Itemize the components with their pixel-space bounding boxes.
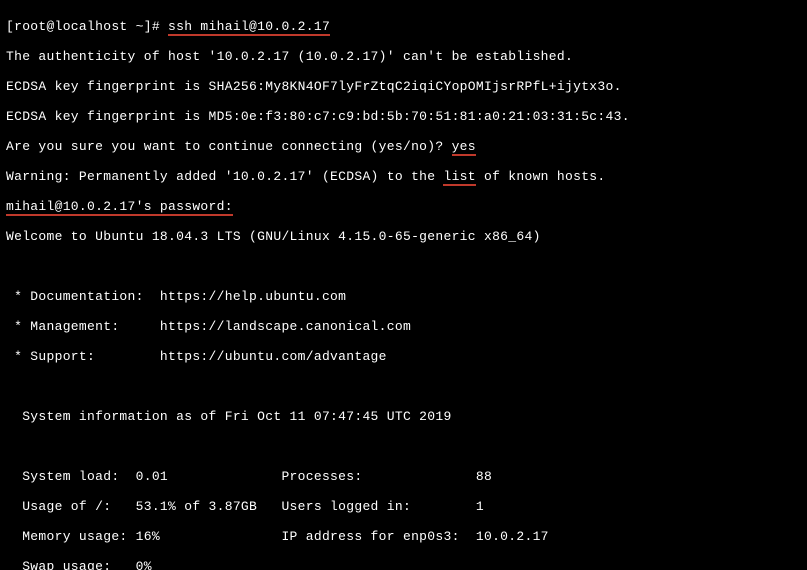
- confirm-question: Are you sure you want to continue connec…: [6, 139, 452, 154]
- fingerprint-md5: ECDSA key fingerprint is MD5:0e:f3:80:c7…: [6, 109, 807, 124]
- sysinfo-1: System load: 0.01 Processes: 88: [6, 469, 807, 484]
- support-line: * Support: https://ubuntu.com/advantage: [6, 349, 807, 364]
- prompt-root: [root@localhost ~]#: [6, 19, 168, 34]
- warn-list: list: [443, 169, 475, 186]
- sysinfo-header: System information as of Fri Oct 11 07:4…: [6, 409, 807, 424]
- warn-post: of known hosts.: [476, 169, 606, 184]
- mgmt-line: * Management: https://landscape.canonica…: [6, 319, 807, 334]
- welcome-line: Welcome to Ubuntu 18.04.3 LTS (GNU/Linux…: [6, 229, 807, 244]
- doc-line: * Documentation: https://help.ubuntu.com: [6, 289, 807, 304]
- ssh-command: ssh mihail@10.0.2.17: [168, 19, 330, 36]
- password-prompt: mihail@10.0.2.17's password:: [6, 199, 233, 216]
- auth-line: The authenticity of host '10.0.2.17 (10.…: [6, 49, 807, 64]
- blank: [6, 379, 807, 394]
- blank: [6, 439, 807, 454]
- sysinfo-2: Usage of /: 53.1% of 3.87GB Users logged…: [6, 499, 807, 514]
- warn-pre: Warning: Permanently added '10.0.2.17' (…: [6, 169, 443, 184]
- sysinfo-3: Memory usage: 16% IP address for enp0s3:…: [6, 529, 807, 544]
- blank: [6, 259, 807, 274]
- fingerprint-sha: ECDSA key fingerprint is SHA256:My8KN4OF…: [6, 79, 807, 94]
- confirm-answer: yes: [452, 139, 476, 156]
- terminal[interactable]: [root@localhost ~]# ssh mihail@10.0.2.17…: [0, 0, 807, 570]
- sysinfo-4: Swap usage: 0%: [6, 559, 807, 570]
